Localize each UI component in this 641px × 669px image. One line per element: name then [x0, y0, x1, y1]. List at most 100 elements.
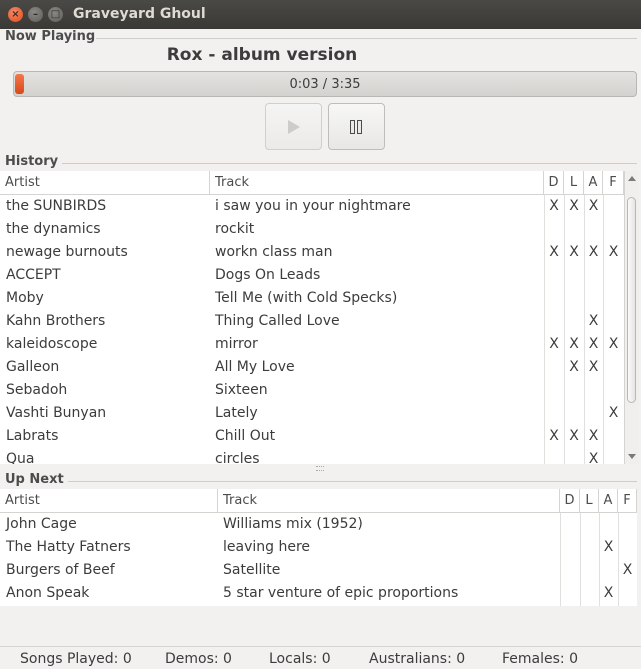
table-row[interactable]: Labrats Chill Out X X X — [0, 425, 624, 448]
table-row[interactable]: ACCEPT Dogs On Leads — [0, 264, 624, 287]
cell-f — [603, 310, 624, 333]
table-row[interactable]: Anon Speak 5 star venture of epic proport… — [0, 582, 637, 605]
cell-artist: Kahn Brothers — [6, 313, 106, 329]
progress-bar[interactable]: 0:03 / 3:35 — [13, 71, 637, 97]
pause-button[interactable] — [328, 103, 385, 150]
close-window-button[interactable]: × — [8, 7, 23, 22]
now-playing-track-title: Rox - album version — [166, 45, 358, 65]
cell-f: X — [608, 405, 619, 421]
cell-l — [564, 402, 584, 425]
table-row[interactable]: kaleidoscope mirror X X X X — [0, 333, 624, 356]
table-row[interactable]: the dynamics rockit — [0, 218, 624, 241]
cell-artist: the SUNBIRDS — [6, 198, 107, 214]
history-col-l[interactable]: L — [564, 171, 584, 194]
songs-played-count: Songs Played: 0 — [20, 651, 132, 667]
up-next-rows: John Cage Williams mix (1952) The Hatty Fa… — [0, 513, 637, 606]
up-next-col-f[interactable]: F — [618, 489, 637, 512]
cell-a — [584, 264, 603, 287]
maximize-window-button[interactable]: □ — [48, 7, 63, 22]
play-button[interactable] — [265, 103, 322, 150]
table-row[interactable]: Galleon All My Love X X — [0, 356, 624, 379]
divider — [62, 163, 637, 164]
scrollbar-thumb[interactable] — [627, 197, 636, 403]
cell-track: Tell Me (with Cold Specks) — [215, 290, 398, 306]
cell-f — [618, 513, 637, 536]
up-next-header: Artist Track D L A F — [0, 489, 637, 513]
cell-artist: The Hatty Fatners — [6, 539, 131, 555]
up-next-col-track[interactable]: Track — [218, 489, 560, 512]
cell-d: X — [549, 336, 559, 352]
history-header: Artist Track D L A F — [0, 171, 624, 195]
pause-icon — [350, 120, 364, 134]
cell-track: Sixteen — [215, 382, 268, 398]
table-row[interactable]: John Cage Williams mix (1952) — [0, 513, 637, 536]
cell-d: X — [549, 428, 559, 444]
cell-artist: Anon Speak — [6, 585, 90, 601]
history-scrollbar[interactable] — [624, 171, 639, 464]
cell-d — [544, 218, 564, 241]
cell-a: X — [588, 198, 599, 214]
cell-track: Chill Out — [215, 428, 276, 444]
cell-l — [564, 310, 584, 333]
up-next-col-d[interactable]: D — [560, 489, 580, 512]
cell-d — [544, 379, 564, 402]
pane-resize-grip[interactable] — [316, 466, 324, 471]
cell-f: X — [622, 562, 633, 578]
table-row[interactable]: Burgers of Beef Satellite X — [0, 559, 637, 582]
cell-f: X — [608, 336, 619, 352]
cell-a: X — [603, 539, 614, 555]
table-row[interactable]: newage burnouts workn class man X X X X — [0, 241, 624, 264]
cell-artist: newage burnouts — [6, 244, 128, 260]
table-row[interactable]: the SUNBIRDS i saw you in your nightmare X… — [0, 195, 624, 218]
cell-track: leaving here — [223, 539, 311, 555]
cell-track: i saw you in your nightmare — [215, 198, 411, 214]
cell-d — [544, 448, 564, 464]
cell-a: X — [588, 313, 599, 329]
table-row[interactable]: Moby Tell Me (with Cold Specks) — [0, 287, 624, 310]
cell-track: circles — [215, 451, 260, 464]
cell-d — [560, 559, 580, 582]
scroll-up-icon[interactable] — [628, 176, 636, 181]
up-next-col-artist[interactable]: Artist — [0, 489, 218, 512]
cell-d: X — [549, 198, 559, 214]
cell-track: Lately — [215, 405, 258, 421]
now-playing-label: Now Playing — [5, 29, 96, 44]
table-row[interactable]: Kahn Brothers Thing Called Love X — [0, 310, 624, 333]
cell-artist: ACCEPT — [6, 267, 61, 283]
cell-l — [580, 582, 599, 605]
history-col-artist[interactable]: Artist — [0, 171, 210, 194]
cell-artist: Burgers of Beef — [6, 562, 115, 578]
window-titlebar: × – □ Graveyard Ghoul — [0, 0, 641, 29]
table-row[interactable]: Sebadoh Sixteen — [0, 379, 624, 402]
window-title: Graveyard Ghoul — [73, 6, 206, 22]
up-next-col-a[interactable]: A — [599, 489, 618, 512]
history-col-a[interactable]: A — [584, 171, 603, 194]
cell-f — [603, 379, 624, 402]
cell-a — [584, 402, 603, 425]
cell-l: X — [569, 198, 579, 214]
history-col-track[interactable]: Track — [210, 171, 544, 194]
cell-d — [544, 402, 564, 425]
cell-d — [560, 582, 580, 605]
scroll-down-icon[interactable] — [628, 454, 636, 459]
minimize-window-button[interactable]: – — [28, 7, 43, 22]
table-row[interactable]: Vashti Bunyan Lately X — [0, 402, 624, 425]
cell-l: X — [569, 428, 579, 444]
cell-track: mirror — [215, 336, 258, 352]
table-row[interactable]: The Hatty Fatners leaving here X — [0, 536, 637, 559]
cell-d — [544, 287, 564, 310]
cell-track: Williams mix (1952) — [223, 516, 363, 532]
cell-d — [544, 356, 564, 379]
history-col-f[interactable]: F — [603, 171, 624, 194]
history-col-d[interactable]: D — [544, 171, 564, 194]
up-next-col-l[interactable]: L — [580, 489, 599, 512]
cell-l: X — [569, 359, 579, 375]
cell-a: X — [588, 428, 599, 444]
cell-artist: Sebadoh — [6, 382, 68, 398]
cell-a — [599, 559, 618, 582]
cell-track: Thing Called Love — [215, 313, 340, 329]
up-next-table: Artist Track D L A F John Cage Williams m… — [0, 489, 637, 606]
cell-artist: the dynamics — [6, 221, 101, 237]
cell-track: rockit — [215, 221, 255, 237]
table-row[interactable]: Qua circles X — [0, 448, 624, 464]
